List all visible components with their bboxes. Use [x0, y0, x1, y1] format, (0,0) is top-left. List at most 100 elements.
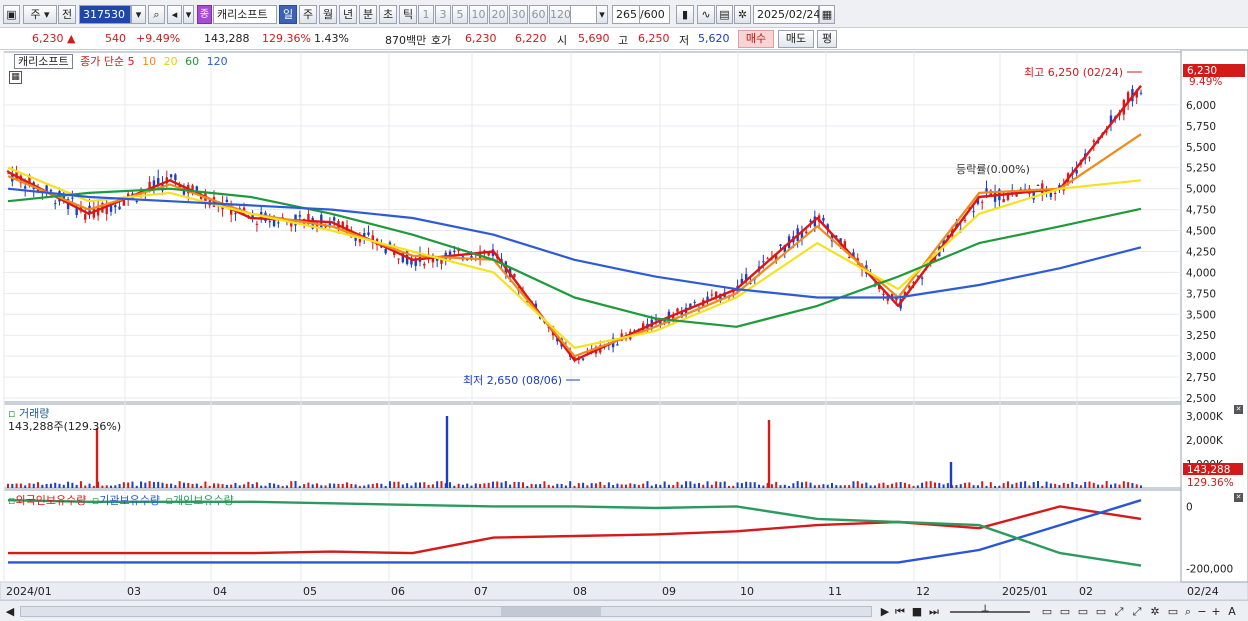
volume-bar	[1088, 481, 1091, 488]
interval-tab[interactable]: 60	[529, 5, 548, 24]
volume-bar	[135, 485, 138, 488]
interval-tab[interactable]: 30	[509, 5, 528, 24]
volume-bar	[28, 483, 31, 488]
period-tab[interactable]: 분	[359, 5, 377, 24]
drawing-icon-1[interactable]: ⤢	[1112, 604, 1126, 619]
market-select[interactable]: 주 ▾	[23, 5, 57, 24]
period-tab[interactable]: 년	[339, 5, 357, 24]
candle-body	[174, 174, 177, 181]
rewind-icon[interactable]: ⏮	[893, 604, 907, 619]
volume-bar	[367, 484, 370, 488]
candle-body	[169, 174, 173, 178]
history-dropdown-icon[interactable]: ▾	[183, 5, 194, 24]
volume-bar	[685, 481, 688, 488]
save-icon[interactable]: ▤	[716, 5, 733, 24]
zoom-reset-icon[interactable]: ▭	[1166, 604, 1180, 619]
volume-bar	[706, 481, 709, 488]
date-input[interactable]: 2025/02/24	[753, 5, 820, 24]
zoom-out-icon[interactable]: −	[1196, 604, 1208, 619]
volume-bar	[131, 481, 134, 488]
gear-icon[interactable]: ✲	[734, 5, 751, 24]
volume-bar	[152, 482, 155, 488]
volume-bar	[410, 485, 413, 488]
speaker-icon[interactable]: ◂	[167, 5, 182, 24]
buy-button[interactable]: 매수	[738, 30, 774, 48]
settings-icon[interactable]: ✲	[1148, 604, 1162, 619]
window-icon[interactable]: ▣	[3, 5, 20, 24]
volume-bar	[182, 482, 185, 488]
layout-icon-2[interactable]: ▭	[1058, 604, 1072, 619]
chart-area[interactable]: 6,000 5,750 5,500 5,250 5,000 4,750 4,500 4,250…	[0, 50, 1248, 600]
price-tick-label: 2,500	[1186, 393, 1216, 405]
candle-icon[interactable]: ▮	[676, 5, 694, 24]
period-tab[interactable]: 월	[319, 5, 337, 24]
indiv-marker-icon: ▫	[165, 494, 173, 507]
volume-bar	[938, 482, 941, 488]
drawing-icon-2[interactable]: ⤢	[1130, 604, 1144, 619]
zoom-slider[interactable]	[950, 611, 1030, 613]
prev-button[interactable]: 전	[58, 5, 76, 24]
interval-tab[interactable]: 1	[418, 5, 434, 24]
period-tab[interactable]: 초	[379, 5, 397, 24]
period-tab[interactable]: 일	[279, 5, 297, 24]
ma20-label: 20	[163, 55, 178, 68]
volume-bar	[916, 485, 919, 488]
search-icon[interactable]: ⌕	[148, 5, 165, 24]
calendar-icon[interactable]: ▦	[819, 5, 835, 24]
table-toggle-icon[interactable]: ▦	[9, 71, 22, 84]
scroll-right-icon[interactable]: ▶	[878, 604, 892, 619]
interval-tab[interactable]: 120	[549, 5, 571, 24]
layout-icon-4[interactable]: ▭	[1094, 604, 1108, 619]
candle-body	[290, 223, 293, 227]
volume-bar	[1135, 484, 1138, 488]
horizontal-scrollbar[interactable]	[20, 606, 872, 617]
scroll-thumb[interactable]	[501, 607, 601, 616]
layout-icon-1[interactable]: ▭	[1040, 604, 1054, 619]
sell-button[interactable]: 매도	[778, 30, 814, 48]
stock-code-input[interactable]: 317530	[79, 5, 131, 24]
stop-icon[interactable]: ■	[910, 604, 924, 619]
stock-type-badge: 종	[197, 5, 212, 24]
eval-button[interactable]: 평	[817, 30, 837, 48]
interval-dropdown-icon[interactable]: ▾	[596, 5, 608, 24]
volume-bar	[732, 485, 735, 488]
volume-subtitle: 143,288주(129.36%)	[8, 420, 122, 433]
fast-forward-icon[interactable]: ⏭	[927, 604, 941, 619]
indicator-icon[interactable]: ∿	[697, 5, 715, 24]
volume-bar	[650, 485, 653, 488]
period-tab[interactable]: 틱	[399, 5, 417, 24]
layout-icon-3[interactable]: ▭	[1076, 604, 1090, 619]
code-dropdown-icon[interactable]: ▾	[131, 5, 146, 24]
volume-bar	[500, 482, 503, 488]
holdings-close-icon[interactable]: ✕	[1234, 493, 1243, 502]
interval-tab[interactable]: 5	[452, 5, 468, 24]
volume-bar	[281, 485, 284, 488]
count-input[interactable]: 265	[612, 5, 640, 24]
volume-bar	[397, 481, 400, 488]
interval-tab[interactable]: 20	[489, 5, 508, 24]
volume-bar	[376, 483, 379, 488]
price-tick-label: 4,750	[1186, 205, 1216, 217]
zoom-in-icon[interactable]: +	[1210, 604, 1222, 619]
volume-bar	[303, 484, 306, 488]
scroll-left-icon[interactable]: ◀	[4, 604, 16, 619]
price-tick-label: 3,750	[1186, 288, 1216, 300]
zoom-handle[interactable]: ┴	[980, 604, 990, 619]
volume-bar	[594, 483, 597, 488]
volume-bar	[886, 485, 889, 488]
volume-close-icon[interactable]: ✕	[1234, 405, 1243, 414]
volume-bar	[32, 483, 35, 488]
candle-body	[779, 244, 782, 247]
period-tab[interactable]: 주	[299, 5, 317, 24]
interval-tab[interactable]: 3	[435, 5, 451, 24]
volume-bar	[333, 483, 336, 488]
volume-bar	[955, 485, 958, 488]
candle-body	[384, 249, 387, 254]
interval-tab[interactable]: 10	[469, 5, 488, 24]
volume-bar	[144, 482, 147, 488]
font-size-icon[interactable]: A	[1224, 604, 1240, 619]
volume-bar	[178, 481, 181, 488]
search-zoom-icon[interactable]: ⌕	[1182, 604, 1194, 619]
volume-bar	[1071, 481, 1074, 488]
x-tick-label: 09	[662, 585, 676, 598]
